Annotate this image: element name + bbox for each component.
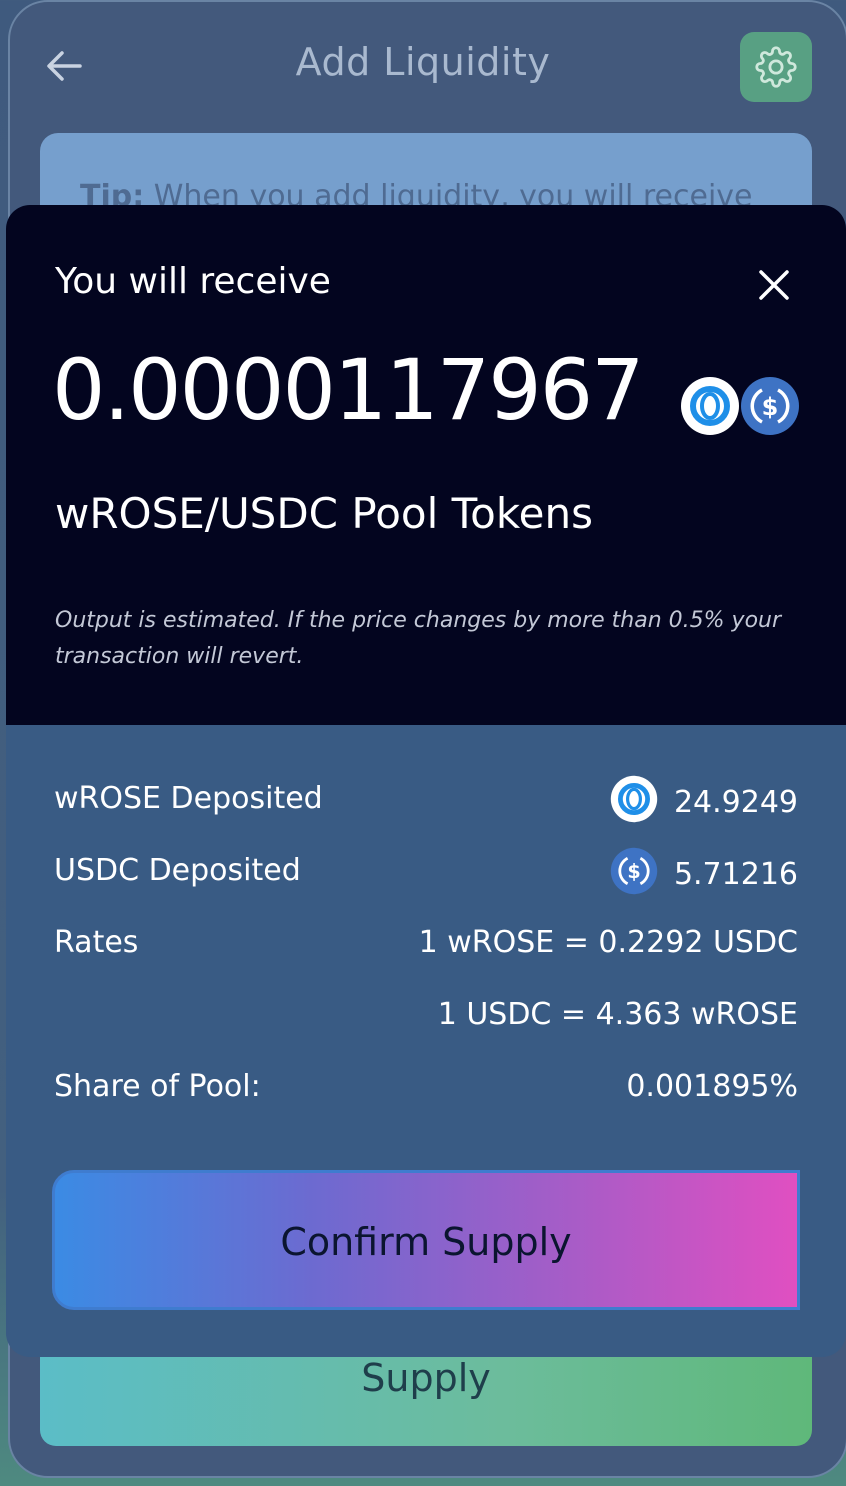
rates-row: Rates 1 wROSE = 0.2292 USDC [54, 925, 798, 965]
rate-wrose-usdc: 1 wROSE = 0.2292 USDC [418, 925, 798, 960]
svg-text:$: $ [762, 393, 779, 421]
row-label: Share of Pool: [54, 1069, 261, 1104]
estimate-note: Output is estimated. If the price change… [55, 608, 782, 669]
rate-usdc-wrose: 1 USDC = 4.363 wROSE [437, 997, 798, 1032]
close-icon [759, 270, 789, 300]
usdc-icon: $ [610, 847, 658, 895]
usdc-deposited-row: USDC Deposited $ 5.71216 [54, 847, 798, 895]
gear-icon [755, 46, 797, 88]
settings-button[interactable] [740, 32, 812, 102]
receive-amount: 0.0000117967 [52, 341, 645, 439]
row-label: USDC Deposited [54, 853, 301, 888]
confirm-supply-label: Confirm Supply [280, 1220, 572, 1264]
svg-text:$: $ [627, 860, 640, 883]
usdc-icon: $ [741, 377, 799, 435]
confirm-supply-button[interactable]: Confirm Supply [52, 1170, 800, 1310]
confirm-supply-modal: You will receive 0.0000117967 $ wROSE/US… [6, 205, 846, 1357]
page-title: Add Liquidity [295, 40, 551, 84]
modal-title: You will receive [55, 261, 331, 302]
share-of-pool-value: 0.001895% [626, 1069, 798, 1104]
rates-row-2: 1 USDC = 4.363 wROSE [54, 997, 798, 1037]
pool-token-name: wROSE/USDC Pool Tokens [55, 489, 593, 538]
row-label: wROSE Deposited [54, 781, 323, 816]
pair-token-icons: $ [680, 376, 804, 438]
wrose-icon [681, 377, 739, 435]
row-label: Rates [54, 925, 139, 960]
wrose-deposited-row: wROSE Deposited 24.9249 [54, 775, 798, 823]
wrose-icon [610, 775, 658, 823]
supply-button-label: Supply [361, 1356, 491, 1400]
modal-header: You will receive 0.0000117967 $ wROSE/US… [6, 205, 846, 725]
row-value: 5.71216 [673, 856, 798, 892]
share-of-pool-row: Share of Pool: 0.001895% [54, 1069, 798, 1109]
row-value: 24.9249 [673, 784, 798, 820]
close-button[interactable] [752, 263, 796, 307]
